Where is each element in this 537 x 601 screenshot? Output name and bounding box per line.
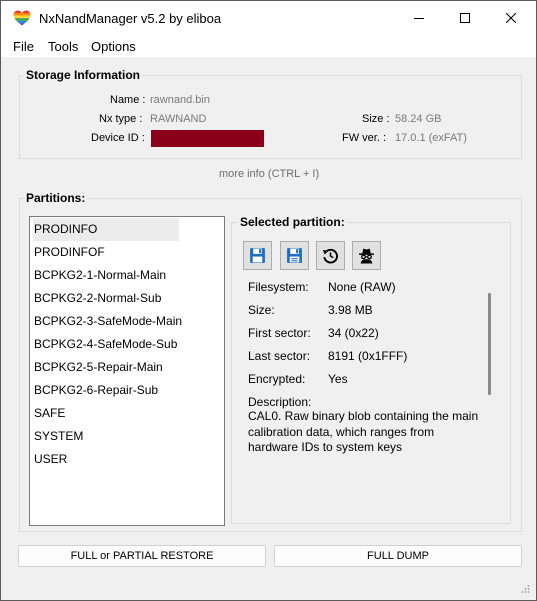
list-item[interactable]: BCPKG2-2-Normal-Sub	[33, 287, 179, 310]
partition-size-label: Size:	[248, 303, 275, 317]
partition-size-value: 3.98 MB	[328, 303, 373, 317]
minimize-button[interactable]	[396, 1, 442, 35]
last-sector-value: 8191 (0x1FFF)	[328, 349, 408, 363]
main-window: NxNandManager v5.2 by eliboa File Tools …	[0, 0, 537, 601]
partitions-title: Partitions:	[24, 191, 88, 205]
device-id-label: Device ID :	[91, 132, 145, 144]
rainbow-heart-icon	[13, 10, 31, 26]
partition-list[interactable]: PRODINFO PRODINFOF BCPKG2-1-Normal-Main …	[29, 216, 225, 526]
restore-icon	[322, 248, 338, 264]
name-value: rawnand.bin	[150, 94, 210, 106]
title-bar[interactable]: NxNandManager v5.2 by eliboa	[1, 1, 536, 35]
dump-partition-button[interactable]	[243, 241, 272, 270]
filesystem-value: None (RAW)	[328, 280, 396, 294]
description-text: CAL0. Raw binary blob containing the mai…	[248, 409, 479, 454]
list-item[interactable]: BCPKG2-6-Repair-Sub	[33, 379, 179, 402]
menu-file[interactable]: File	[13, 39, 34, 54]
menu-bar: File Tools Options	[1, 35, 536, 57]
list-item[interactable]: PRODINFOF	[33, 241, 179, 264]
maximize-icon	[460, 13, 470, 23]
list-item[interactable]: PRODINFO	[33, 218, 179, 241]
filesystem-label: Filesystem:	[248, 280, 309, 294]
nx-type-value: RAWNAND	[150, 113, 207, 125]
restore-button[interactable]: FULL or PARTIAL RESTORE	[18, 545, 266, 567]
last-sector-label: Last sector:	[248, 349, 311, 363]
list-item[interactable]: BCPKG2-3-SafeMode-Main	[33, 310, 182, 333]
incognito-button[interactable]	[352, 241, 381, 270]
fw-version-label: FW ver. :	[342, 132, 386, 144]
nx-type-label: Nx type :	[99, 113, 143, 125]
list-item[interactable]: SYSTEM	[33, 425, 179, 448]
storage-info-group	[19, 75, 522, 159]
name-label: Name :	[110, 94, 146, 106]
list-item[interactable]: BCPKG2-4-SafeMode-Sub	[33, 333, 179, 356]
full-dump-button[interactable]: FULL DUMP	[274, 545, 522, 567]
list-item[interactable]: BCPKG2-5-Repair-Main	[33, 356, 179, 379]
more-info-link[interactable]: more info (CTRL + I)	[219, 168, 319, 180]
storage-info-title: Storage Information	[24, 68, 143, 82]
save-as-icon	[287, 248, 302, 263]
spy-icon	[359, 248, 374, 264]
close-icon	[506, 13, 516, 23]
maximize-button[interactable]	[442, 1, 488, 35]
resize-grip-icon[interactable]	[520, 584, 530, 594]
size-value: 58.24 GB	[395, 113, 442, 125]
menu-tools[interactable]: Tools	[48, 39, 78, 54]
info-scrollbar[interactable]	[488, 293, 491, 395]
first-sector-label: First sector:	[248, 326, 311, 340]
close-button[interactable]	[488, 1, 534, 35]
minimize-icon	[414, 18, 424, 19]
encrypted-value: Yes	[328, 372, 348, 386]
restore-partition-button[interactable]	[316, 241, 345, 270]
save-icon	[250, 248, 265, 263]
encrypted-label: Encrypted:	[248, 372, 306, 386]
device-id-redacted	[151, 130, 264, 147]
window-title: NxNandManager v5.2 by eliboa	[39, 11, 222, 26]
first-sector-value: 34 (0x22)	[328, 326, 379, 340]
list-item[interactable]: USER	[33, 448, 179, 471]
list-item[interactable]: BCPKG2-1-Normal-Main	[33, 264, 179, 287]
menu-options[interactable]: Options	[91, 39, 136, 54]
description-label: Description:	[248, 395, 312, 409]
size-label: Size :	[362, 113, 390, 125]
dump-as-button[interactable]	[280, 241, 309, 270]
fw-version-value: 17.0.1 (exFAT)	[395, 132, 467, 144]
list-item[interactable]: SAFE	[33, 402, 179, 425]
selected-partition-title: Selected partition:	[238, 215, 347, 229]
